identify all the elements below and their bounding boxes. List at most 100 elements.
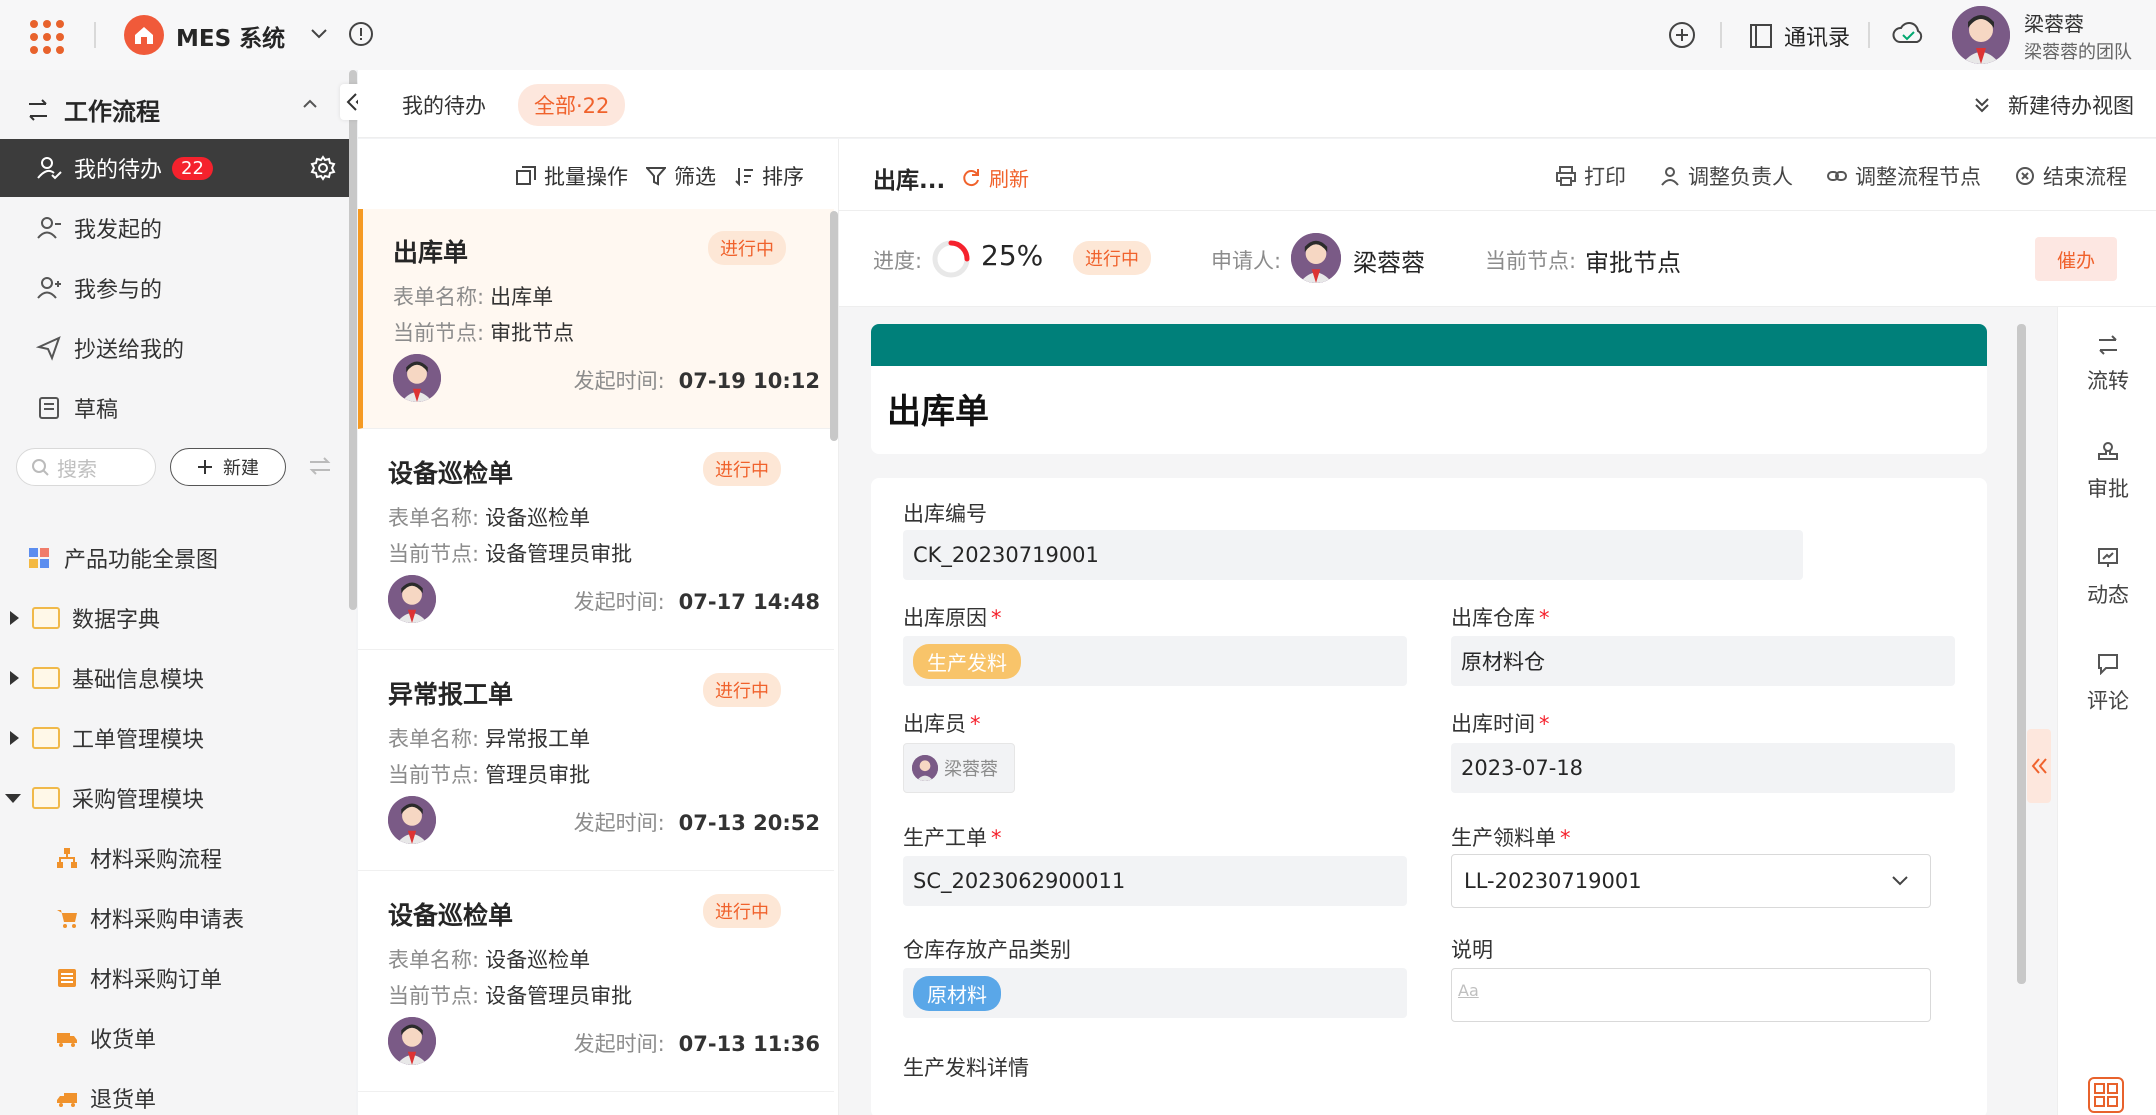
- tab-all[interactable]: 全部·22: [518, 84, 626, 126]
- tree-item-receipt[interactable]: 收货单: [0, 1008, 350, 1068]
- sidebar-scrollbar[interactable]: [349, 70, 357, 610]
- sidebar-item-participated[interactable]: 我参与的: [0, 259, 350, 317]
- tree-item-overview[interactable]: 产品功能全景图: [0, 528, 350, 588]
- sidebar-item-label: 我参与的: [74, 278, 163, 303]
- operator-name: 梁蓉蓉: [944, 759, 998, 780]
- activity-button[interactable]: 动态: [2058, 547, 2156, 609]
- cloud-check-icon[interactable]: [1892, 20, 1924, 48]
- tab-my-todo[interactable]: 我的待办: [402, 90, 486, 120]
- sort-button[interactable]: 排序: [734, 161, 804, 191]
- tree-item-purchase-flow[interactable]: 材料采购流程: [0, 828, 350, 888]
- todo-card[interactable]: 出库单 进行中 表单名称: 出库单 当前节点: 审批节点 发起时间: 07-19 10…: [358, 209, 834, 429]
- card-start-time: 发起时间: 07-19 10:12: [573, 369, 820, 393]
- category-field[interactable]: 原材料: [903, 968, 1407, 1018]
- reason-field[interactable]: 生产发料: [903, 636, 1407, 686]
- rightbar-label: 动态: [2087, 583, 2129, 607]
- tree-item-purchase-request[interactable]: 材料采购申请表: [0, 888, 350, 948]
- form-body: 出库编号 CK_20230719001 出库原因 * 生产发料 出库仓库 * 原材料…: [871, 478, 1987, 1115]
- chevron-up-icon[interactable]: [300, 96, 320, 112]
- refresh-icon: [963, 168, 979, 186]
- sidebar-item-drafts[interactable]: 草稿: [0, 379, 350, 437]
- batch-operation-button[interactable]: 批量操作: [516, 161, 628, 191]
- avatar: [393, 354, 441, 402]
- end-flow-button[interactable]: 结束流程: [2015, 161, 2127, 191]
- plus-icon: [198, 460, 212, 474]
- progress-ring-icon: [932, 240, 970, 278]
- swap-icon[interactable]: [308, 456, 332, 476]
- todo-card[interactable]: 设备巡检单 进行中 表单名称: 设备巡检单 当前节点: 设备管理员审批 发起时间: 0…: [358, 872, 834, 1092]
- draft-icon: [39, 397, 59, 419]
- current-node-label: 当前节点:: [1485, 249, 1577, 273]
- chevron-down-icon[interactable]: [308, 22, 330, 44]
- apps-grid-icon[interactable]: [2088, 1077, 2124, 1113]
- picklist-select[interactable]: LL-20230719001: [1451, 854, 1931, 908]
- add-circle-icon[interactable]: [1668, 21, 1696, 49]
- category-tag: 原材料: [913, 975, 1001, 1011]
- workorder-field[interactable]: SC_2023062900011: [903, 856, 1407, 906]
- warehouse-field[interactable]: 原材料仓: [1451, 636, 1955, 686]
- progress-bar-row: 进度: 25% 进行中 申请人: 梁蓉蓉 当前节点: 审批节点 催办: [839, 211, 2156, 307]
- sidebar-item-initiated[interactable]: 我发起的: [0, 199, 350, 257]
- time-field[interactable]: 2023-07-18: [1451, 743, 1955, 793]
- form-scrollbar[interactable]: [2017, 324, 2026, 984]
- approve-button[interactable]: 审批: [2058, 441, 2156, 503]
- operator-chip[interactable]: 梁蓉蓉: [903, 743, 1015, 793]
- folder-icon: [32, 787, 60, 809]
- tree-item-purchase-order[interactable]: 材料采购订单: [0, 948, 350, 1008]
- folder-icon: [32, 727, 60, 749]
- picklist-value: LL-20230719001: [1464, 869, 1642, 893]
- list-scrollbar[interactable]: [830, 211, 838, 441]
- applicant-name: 梁蓉蓉: [1353, 249, 1425, 277]
- note-field[interactable]: Aa: [1451, 968, 1931, 1022]
- comment-button[interactable]: 评论: [2058, 653, 2156, 715]
- change-node-label: 调整流程节点: [1855, 165, 1981, 189]
- detail-header: 出库... 刷新 打印 调整负责人 调整流程节点 结束流程: [839, 139, 2156, 211]
- transfer-icon: [2099, 335, 2117, 355]
- tree-item-purchase[interactable]: 采购管理模块: [0, 768, 350, 828]
- tree-item-basic-info[interactable]: 基础信息模块: [0, 648, 350, 708]
- card-title: 设备巡检单: [388, 901, 514, 930]
- flow-transfer-button[interactable]: 流转: [2058, 335, 2156, 395]
- tree-label: 数据字典: [72, 608, 161, 633]
- tree-item-workorder[interactable]: 工单管理模块: [0, 708, 350, 768]
- expand-right-panel-button[interactable]: [2027, 729, 2051, 803]
- close-circle-icon: [2016, 167, 2034, 185]
- progress-value: 25%: [981, 239, 1044, 272]
- tree-item-data-dict[interactable]: 数据字典: [0, 588, 350, 648]
- sidebar-item-cc[interactable]: 抄送给我的: [0, 319, 350, 377]
- folder-icon: [32, 667, 60, 689]
- caret-down-icon: [5, 794, 21, 803]
- search-input[interactable]: 搜索: [16, 448, 156, 486]
- tree-label: 材料采购订单: [90, 968, 223, 993]
- search-placeholder: 搜索: [57, 456, 97, 481]
- detail-title: 出库...: [873, 168, 946, 194]
- app-grid-icon[interactable]: [30, 20, 64, 54]
- gear-icon[interactable]: [310, 155, 336, 181]
- filter-button[interactable]: 筛选: [646, 161, 716, 191]
- sidebar-item-my-todo[interactable]: 我的待办 22: [0, 139, 350, 197]
- print-button[interactable]: 打印: [1556, 161, 1626, 191]
- app-name[interactable]: MES 系统: [176, 19, 285, 53]
- caret-right-icon: [10, 671, 19, 685]
- refresh-button[interactable]: 刷新: [961, 163, 1029, 192]
- cart-icon: [57, 910, 77, 928]
- code-field[interactable]: CK_20230719001: [903, 530, 1803, 580]
- sidebar-item-label: 抄送给我的: [74, 338, 185, 363]
- contacts-button[interactable]: 通讯录: [1748, 20, 1850, 52]
- divider: [94, 22, 96, 48]
- card-form-name: 表单名称: 设备巡检单: [388, 948, 591, 972]
- change-assignee-button[interactable]: 调整负责人: [1660, 161, 1793, 191]
- tree-item-return[interactable]: 退货单: [0, 1068, 350, 1115]
- workflow-section-header[interactable]: 工作流程: [26, 92, 160, 127]
- card-current-node: 当前节点: 审批节点: [393, 321, 575, 345]
- new-button[interactable]: 新建: [170, 448, 286, 486]
- user-avatar[interactable]: [1952, 6, 2010, 64]
- new-todo-view-button[interactable]: 新建待办视图: [1972, 90, 2134, 120]
- info-icon[interactable]: [348, 21, 374, 47]
- card-title: 出库单: [393, 238, 469, 267]
- change-node-button[interactable]: 调整流程节点: [1827, 161, 1981, 191]
- urge-button[interactable]: 催办: [2035, 237, 2117, 281]
- todo-card[interactable]: 异常报工单 进行中 表单名称: 异常报工单 当前节点: 管理员审批 发起时间: 07-…: [358, 651, 834, 871]
- caret-right-icon: [10, 611, 19, 625]
- todo-card[interactable]: 设备巡检单 进行中 表单名称: 设备巡检单 当前节点: 设备管理员审批 发起时间: 0…: [358, 430, 834, 650]
